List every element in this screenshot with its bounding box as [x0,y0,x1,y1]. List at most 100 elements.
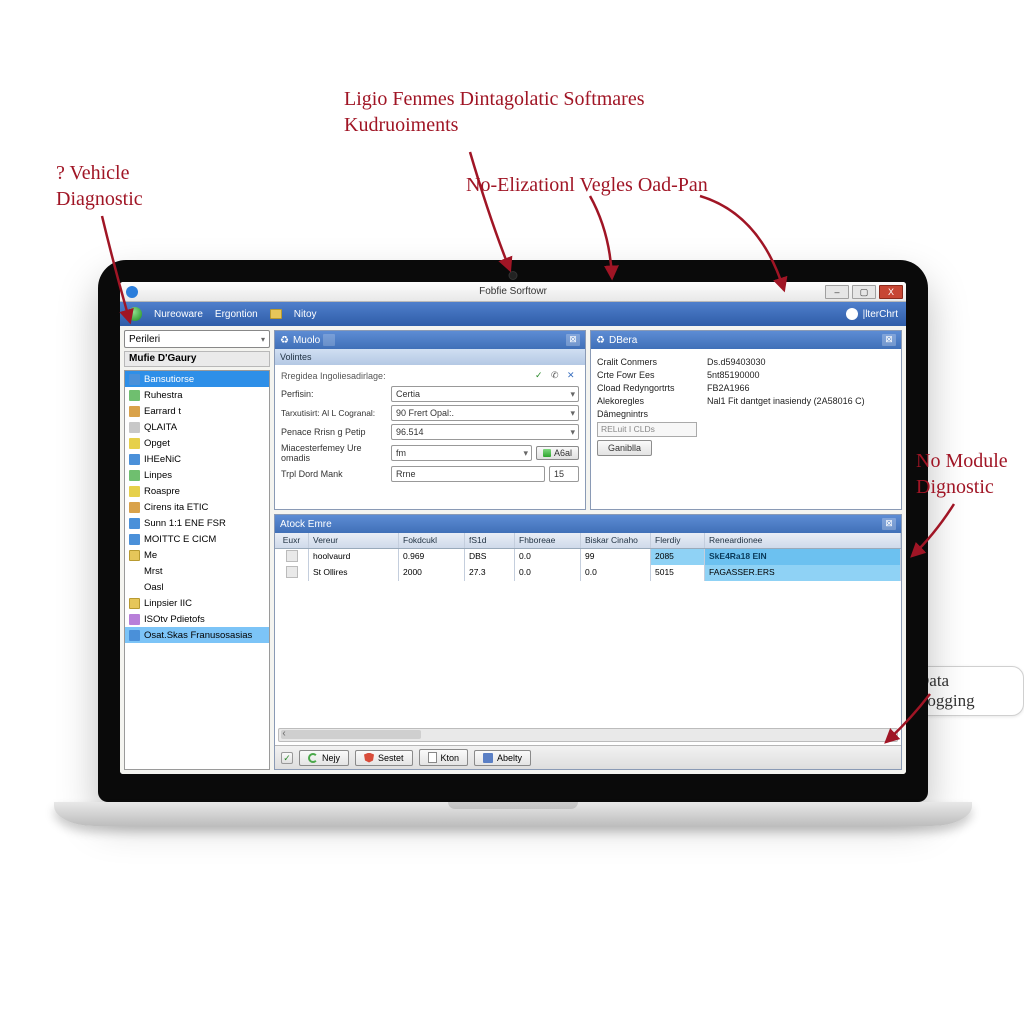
field-input[interactable]: 96.514 [391,424,579,440]
field-button[interactable]: A6al [536,446,579,460]
grid-cell: hoolvaurd [309,549,399,565]
cancel-icon[interactable]: ✕ [567,370,579,382]
sidebar-combo[interactable]: Perileri [124,330,270,348]
sidebar-item[interactable]: Me [125,547,269,563]
folder-icon[interactable] [270,309,282,319]
sidebar-item[interactable]: ISOtv Pdietofs [125,611,269,627]
detail-key: Cload Redyngortrts [597,383,707,393]
field-input[interactable]: fm [391,445,532,461]
field-input[interactable]: 90 Frert Opal:. [391,405,579,421]
row-checkbox[interactable] [286,550,298,562]
horizontal-scrollbar[interactable] [278,728,898,742]
detail-value: FB2A1966 [707,383,750,393]
grid-headers[interactable]: EuxrVereurFokdcuklfS1dFhboreaeBiskar Cin… [275,533,901,549]
tree-item-icon [129,486,140,497]
grid-header-cell[interactable]: Reneardionee [705,533,901,548]
grid-panel-header[interactable]: Atock Emre ⊠ [275,515,901,533]
grid-cell: 2000 [399,565,465,581]
detail-value: Ds.d59403030 [707,357,766,367]
grid-header-cell[interactable]: fS1d [465,533,515,548]
detail-row: Dâmegnintrs [597,409,895,419]
menu-right-label[interactable]: |lterChrt [863,309,898,320]
sidebar-item[interactable]: Linpes [125,467,269,483]
tree-item-label: Linpes [144,470,172,481]
tree-item-icon [129,582,140,593]
panel-close-icon[interactable]: ⊠ [882,518,896,530]
module-heading: Rregidea Ingoliesadirlage: [281,371,386,381]
globe-icon[interactable] [128,307,142,321]
form-row: Perfisin:Certia [281,386,579,402]
tree-item-label: Mrst [144,566,162,577]
tree-item-icon [129,614,140,625]
tree-item-label: MOITTC E CICM [144,534,216,545]
module-panel-header[interactable]: ♻Muolo ⊠ [275,331,585,349]
grid-header-cell[interactable]: Fhboreae [515,533,581,548]
grid-cell: 27.3 [465,565,515,581]
tree-item-icon [129,438,140,449]
sidebar-item[interactable]: Earrard t [125,403,269,419]
menu-item[interactable]: Nitoy [294,309,317,320]
sidebar-item[interactable]: Osat.Skas Franusosasias [125,627,269,643]
table-row[interactable]: hoolvaurd0.969DBS0.0992085SkE4Ra18 EIN [275,549,901,565]
panel-close-icon[interactable]: ⊠ [882,334,896,346]
detail-panel-header[interactable]: ♻DBera ⊠ [591,331,901,349]
tree-item-icon [129,502,140,513]
sidebar-item[interactable]: Linpsier IIC [125,595,269,611]
sidebar-tree[interactable]: BansutiorseRuhestraEarrard tQLAITAOpgetI… [124,370,270,770]
sidebar-item[interactable]: Oasl [125,579,269,595]
gear-icon[interactable] [846,308,858,320]
tree-item-icon [129,454,140,465]
close-button[interactable]: X [879,285,903,299]
grid-header-cell[interactable]: Fokdcukl [399,533,465,548]
tree-item-icon [129,534,140,545]
footer-check-icon[interactable]: ✓ [281,752,293,764]
field-number[interactable]: 15 [549,466,579,482]
laptop-mockup: Fobfie Sorftowr – ▢ X Nureoware Ergontio… [98,260,928,802]
footer-button[interactable]: Sestet [355,750,413,766]
grid-header-cell[interactable]: Vereur [309,533,399,548]
tree-item-label: Osat.Skas Franusosasias [144,630,252,641]
sidebar-item[interactable]: QLAITA [125,419,269,435]
footer-button[interactable]: Kton [419,749,469,766]
menu-item[interactable]: Ergontion [215,309,258,320]
panel-close-icon[interactable]: ⊠ [566,334,580,346]
field-input[interactable]: Rrne [391,466,545,482]
sidebar-item[interactable]: Roaspre [125,483,269,499]
sidebar-item[interactable]: Cirens ita ETIC [125,499,269,515]
sidebar-item[interactable]: Bansutiorse [125,371,269,387]
grid-panel: Atock Emre ⊠ EuxrVereurFokdcuklfS1dFhbor… [274,514,902,770]
row-checkbox[interactable] [286,566,298,578]
callout-panel-note: No-Elizationl Vegles Oad-Pan [466,172,708,198]
sidebar-item[interactable]: Mrst [125,563,269,579]
sidebar-item[interactable]: Sunn 1:1 ENE FSR [125,515,269,531]
sidebar-item[interactable]: Ruhestra [125,387,269,403]
menu-item[interactable]: Nureoware [154,309,203,320]
title-bar[interactable]: Fobfie Sorftowr – ▢ X [120,282,906,302]
table-row[interactable]: St Ollires200027.30.00.05015FAGASSER.ERS [275,565,901,581]
footer-button[interactable]: Abelty [474,750,531,766]
minimize-button[interactable]: – [825,285,849,299]
phone-icon[interactable]: ✆ [551,370,563,382]
tree-item-label: Me [144,550,157,561]
detail-key: Alekoregles [597,396,707,406]
tree-item-icon [129,630,140,641]
detail-input[interactable]: RELuit I CLDs [597,422,697,437]
grid-header-cell[interactable]: Euxr [275,533,309,548]
tree-item-icon [129,470,140,481]
tree-item-label: Ruhestra [144,390,183,401]
sidebar-item[interactable]: Opget [125,435,269,451]
detail-button[interactable]: Ganiblla [597,440,652,456]
sidebar-item[interactable]: IHEeNiC [125,451,269,467]
footer-button[interactable]: Nejy [299,750,349,766]
disk-icon [483,753,493,763]
field-label: Trpl Dord Mank [281,469,391,479]
field-input[interactable]: Certia [391,386,579,402]
panel-action-icon[interactable] [323,334,335,346]
grid-header-cell[interactable]: Flerdiy [651,533,705,548]
maximize-button[interactable]: ▢ [852,285,876,299]
grid-body[interactable]: hoolvaurd0.969DBS0.0992085SkE4Ra18 EINSt… [275,549,901,745]
sidebar-item[interactable]: MOITTC E CICM [125,531,269,547]
check-icon[interactable]: ✓ [535,370,547,382]
detail-key: Dâmegnintrs [597,409,707,419]
grid-header-cell[interactable]: Biskar Cinaho [581,533,651,548]
